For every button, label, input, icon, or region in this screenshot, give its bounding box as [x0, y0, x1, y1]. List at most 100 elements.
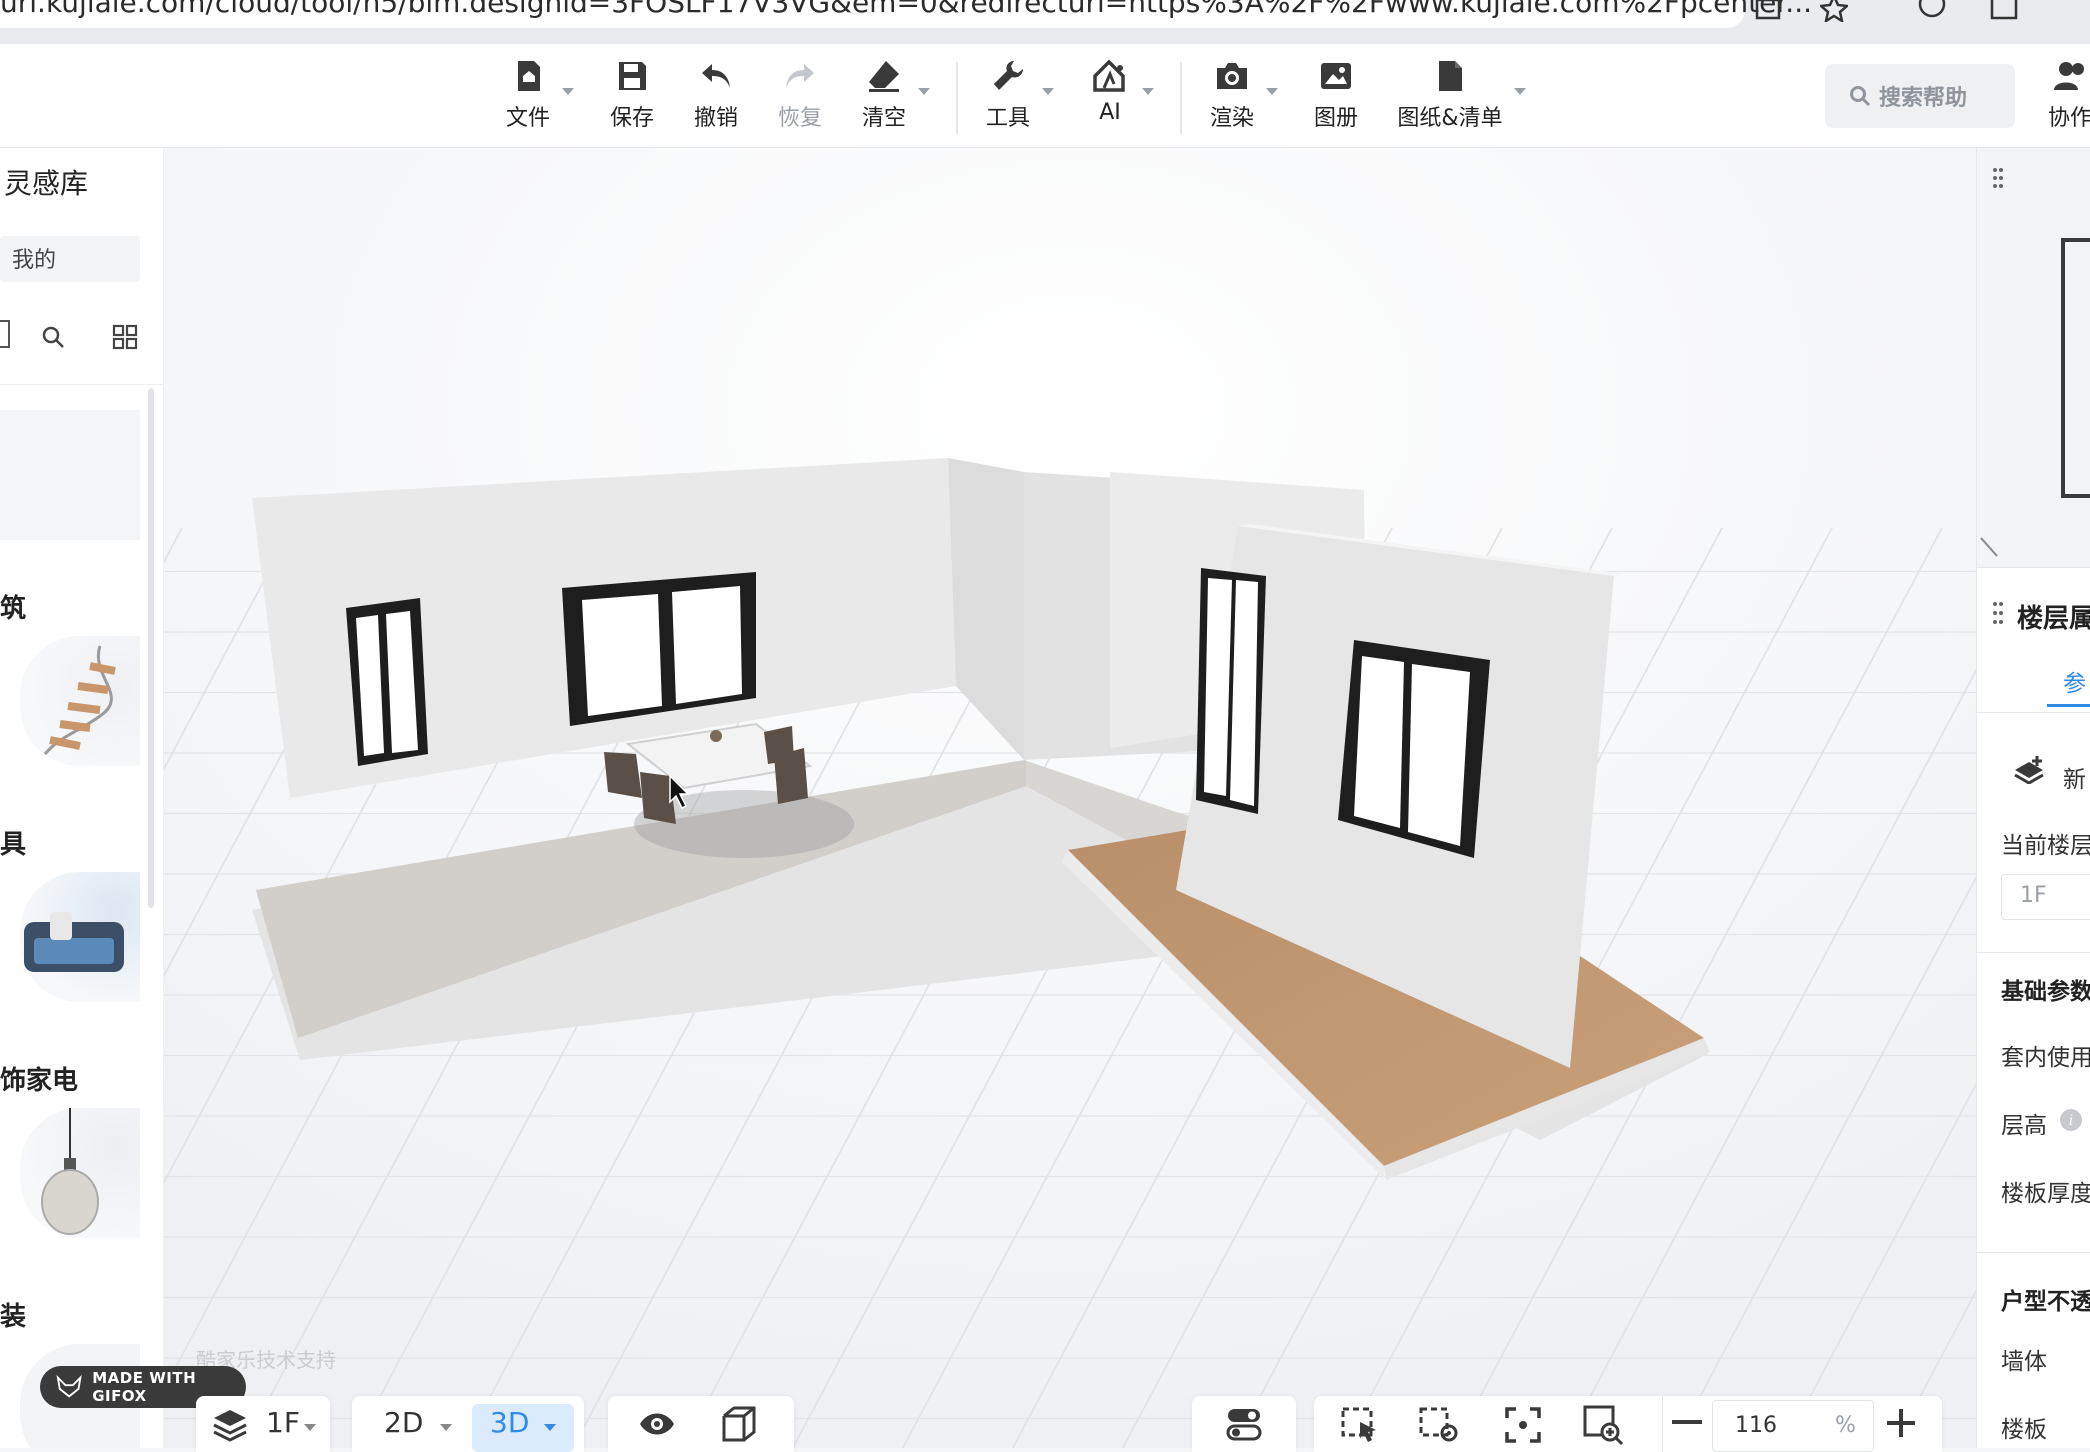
search-icon [1850, 86, 1871, 107]
tools-dropdown-caret[interactable] [1042, 88, 1054, 95]
panel-title: 灵感库 [4, 167, 89, 200]
file-dropdown-caret[interactable] [562, 88, 574, 95]
divider [1977, 712, 2090, 713]
fox-logo-icon [56, 1375, 82, 1398]
save-icon [619, 62, 646, 90]
divider [1977, 952, 2090, 953]
toolbar-separator [1180, 62, 1182, 134]
category-decoration[interactable]: 装 [0, 1296, 26, 1333]
floor-dropdown-caret[interactable] [304, 1424, 316, 1431]
collaborate-button[interactable]: 协作 [2040, 58, 2090, 142]
3d-viewport[interactable] [164, 148, 1976, 1448]
share-icon[interactable] [1754, 0, 1782, 22]
document-icon [1439, 61, 1462, 91]
new-floor-button[interactable]: 新 [2063, 760, 2086, 794]
browser-url-bar: uri.kujiale.com/cloud/tool/h5/bim.design… [0, 0, 2090, 44]
divider [1977, 1252, 2090, 1253]
tab-mine[interactable]: 我的 [0, 236, 140, 282]
svg-text:i: i [2069, 1113, 2073, 1129]
redo-button[interactable]: 恢复 [760, 58, 840, 142]
category-decor-appliance[interactable]: 饰家电 [0, 1060, 78, 1097]
tools-button[interactable]: 工具 [968, 58, 1048, 142]
zoom-input[interactable]: 116 % [1712, 1400, 1874, 1452]
divider [0, 384, 163, 385]
sofa-image [24, 912, 124, 972]
category-furniture[interactable]: 具 [0, 824, 26, 861]
album-button[interactable]: 图册 [1296, 58, 1376, 142]
floor-switcher[interactable]: 1F [196, 1396, 330, 1452]
file-home-icon [518, 61, 540, 91]
floor-label: 1F [266, 1406, 300, 1439]
users-icon [2054, 62, 2084, 90]
eye-icon[interactable] [638, 1410, 676, 1438]
save-button[interactable]: 保存 [592, 58, 672, 142]
region-settings-icon[interactable] [1418, 1406, 1460, 1444]
address-bar[interactable]: uri.kujiale.com/cloud/tool/h5/bim.design… [0, 0, 1812, 28]
pendant-lamp-image [41, 1108, 99, 1235]
minimap[interactable] [1977, 148, 2090, 568]
search-icon[interactable] [40, 324, 66, 350]
zoom-region-icon[interactable] [1582, 1404, 1624, 1446]
clear-dropdown-caret[interactable] [918, 88, 930, 95]
eraser-icon [869, 61, 899, 92]
current-floor-select[interactable]: 1F [2001, 874, 2090, 920]
floor-properties-panel: 楼层属 参 新 当前楼层 1F 基础参数 套内使用 层高 i 楼板厚度 户型不透… [1976, 148, 2090, 1448]
main-toolbar: 文件 保存 撤销 恢复 清空 工具 AI 渲染 图册 图纸&清单 搜索帮助 协作 [0, 44, 2090, 148]
extension-icon[interactable] [1918, 0, 1946, 22]
ai-dropdown-caret[interactable] [1142, 88, 1154, 95]
redo-icon [786, 64, 814, 88]
file-button[interactable]: 文件 [488, 58, 568, 142]
tab-icon[interactable] [1990, 0, 2018, 22]
zoom-out-button[interactable] [1672, 1420, 1702, 1424]
category-architecture[interactable]: 筑 [0, 588, 26, 625]
help-search-input[interactable]: 搜索帮助 [1825, 64, 2015, 128]
drawings-dropdown-caret[interactable] [1514, 88, 1526, 95]
zoom-in-icon[interactable] [1884, 1406, 1918, 1440]
bookmark-star-icon[interactable] [1820, 0, 1848, 22]
render-button[interactable]: 渲染 [1192, 58, 1272, 142]
floor-height-label: 层高 [2001, 1113, 2047, 1139]
toggle-settings-icon[interactable] [1226, 1406, 1262, 1442]
layers-icon [213, 1410, 247, 1442]
settings-toggle-group [1192, 1396, 1296, 1452]
basic-params-heading: 基础参数 [2001, 979, 2090, 1005]
sofa-thumbnail[interactable] [20, 872, 140, 1002]
minimap-canvas[interactable] [1977, 148, 2090, 568]
render-dropdown-caret[interactable] [1266, 88, 1278, 95]
image-icon [1321, 63, 1351, 89]
pendant-lamp-thumbnail[interactable] [20, 1108, 140, 1238]
clear-button[interactable]: 清空 [844, 58, 924, 142]
undo-button[interactable]: 撤销 [676, 58, 756, 142]
cube-icon[interactable] [720, 1406, 758, 1444]
drag-handle-icon[interactable] [1991, 166, 2005, 190]
panel-scrollbar[interactable] [148, 388, 154, 908]
ai-button[interactable]: AI [1070, 58, 1150, 142]
drag-handle-icon[interactable] [1991, 600, 2005, 626]
banner-placeholder[interactable] [0, 410, 140, 540]
camera-tools-group: 116 % [1314, 1396, 1942, 1452]
display-tools-group [608, 1396, 794, 1452]
drawings-list-button[interactable]: 图纸&清单 [1388, 58, 1512, 142]
view-3d-button[interactable]: 3D [472, 1404, 574, 1452]
url-text[interactable]: uri.kujiale.com/cloud/tool/h5/bim.design… [0, 0, 1812, 19]
staircase-image [43, 645, 116, 755]
opacity-heading: 户型不透 [2001, 1289, 2090, 1315]
scene-canvas[interactable] [164, 148, 1976, 1448]
view-mode-group: 2D 3D [352, 1396, 584, 1452]
filter-icon[interactable] [0, 320, 10, 348]
section-title: 楼层属 [2017, 604, 2090, 634]
slab-label: 楼板 [2001, 1417, 2047, 1443]
tab-params[interactable]: 参 [2063, 664, 2086, 698]
divider [1662, 1396, 1663, 1452]
inspiration-library-panel: 灵感库 我的 筑 具 饰家电 装 [0, 148, 164, 1448]
grid-view-icon[interactable] [112, 324, 138, 350]
staircase-thumbnail[interactable] [20, 636, 140, 766]
focus-icon[interactable] [1504, 1406, 1542, 1444]
add-floor-icon[interactable] [2013, 756, 2045, 784]
view-2d-button[interactable]: 2D [364, 1396, 464, 1452]
wrench-icon [994, 61, 1023, 90]
inner-area-label: 套内使用 [2001, 1045, 2090, 1071]
select-region-icon[interactable] [1340, 1406, 1380, 1444]
info-icon[interactable]: i [2059, 1108, 2083, 1132]
ai-icon [1093, 59, 1125, 92]
